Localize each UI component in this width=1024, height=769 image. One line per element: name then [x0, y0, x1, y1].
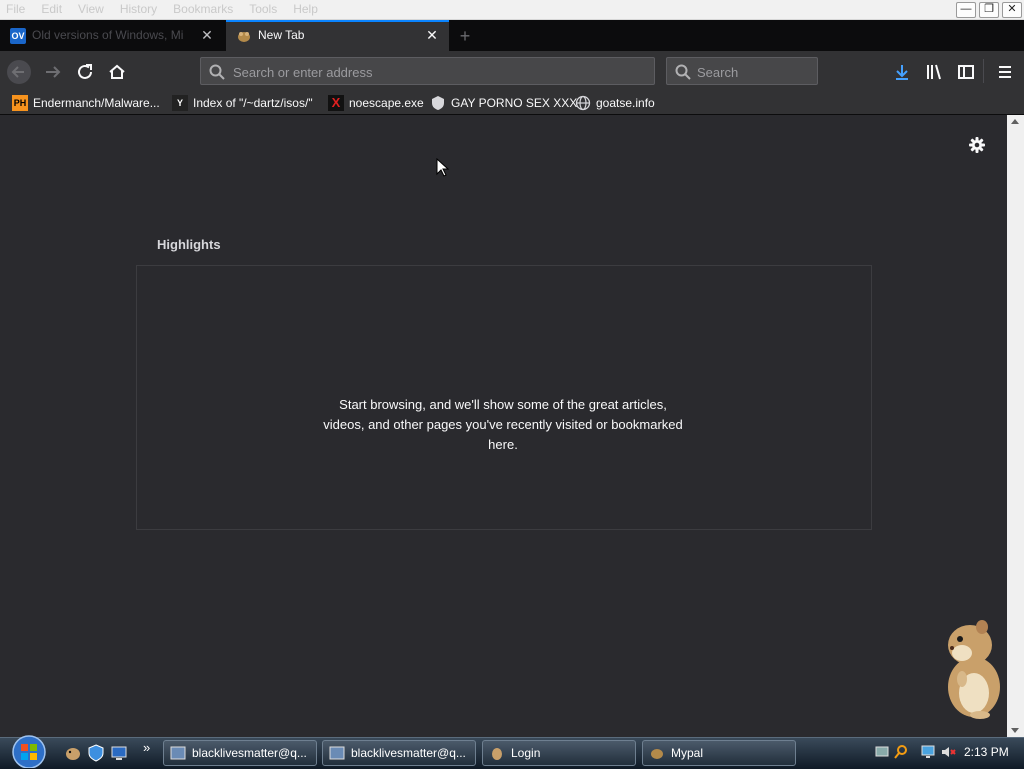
tab-new-tab[interactable]: New Tab ✕	[226, 20, 449, 51]
ph-favicon-icon: PH	[12, 94, 28, 111]
window-app-icon	[170, 746, 186, 760]
hamburger-menu-icon[interactable]	[992, 59, 1018, 85]
quicklaunch-desktop-icon[interactable]	[110, 744, 128, 762]
menu-view[interactable]: View	[78, 0, 104, 19]
bookmark-goatse[interactable]: goatse.info	[575, 94, 655, 111]
sidebar-icon[interactable]	[953, 59, 979, 85]
url-bar[interactable]: Search or enter address	[200, 57, 655, 85]
bookmark-label: GAY PORNO SEX XXX	[451, 95, 578, 110]
menu-edit[interactable]: Edit	[41, 0, 62, 19]
highlights-heading: Highlights	[157, 237, 221, 252]
menu-bar: File Edit View History Bookmarks Tools Help	[0, 0, 328, 19]
search-placeholder: Search	[697, 65, 739, 80]
start-button-icon[interactable]	[8, 734, 50, 768]
globe-icon	[575, 95, 591, 110]
url-placeholder: Search or enter address	[233, 65, 373, 80]
close-tab-icon[interactable]: ✕	[424, 27, 440, 43]
search-icon	[209, 64, 225, 80]
tab-old-versions[interactable]: OV Old versions of Windows, Mi ✕	[0, 20, 224, 51]
scroll-down-arrow-icon[interactable]	[1011, 728, 1019, 733]
menu-tools[interactable]: Tools	[249, 0, 277, 19]
bookmark-label: goatse.info	[596, 95, 655, 110]
mouse-cursor-icon	[436, 158, 450, 177]
quicklaunch-hamster-icon[interactable]	[64, 744, 82, 762]
y-favicon-icon: Y	[172, 94, 188, 111]
taskbar-item-label: Login	[511, 746, 541, 760]
bookmark-label: Index of "/~dartz/isos/"	[193, 95, 313, 110]
bookmark-endermanch[interactable]: PH Endermanch/Malware...	[12, 94, 160, 111]
gear-icon[interactable]	[966, 134, 988, 156]
tray-monitor-icon[interactable]	[920, 744, 936, 760]
page-scrollbar[interactable]	[1007, 115, 1024, 737]
taskbar-clock[interactable]: 2:13 PM	[964, 745, 1009, 759]
bookmark-noescape[interactable]: X noescape.exe	[328, 94, 424, 111]
hamster-favicon-icon	[238, 32, 250, 42]
close-tab-icon[interactable]: ✕	[199, 27, 215, 43]
mypal-app-icon	[651, 749, 663, 759]
scroll-up-arrow-icon[interactable]	[1011, 119, 1019, 124]
minimize-button[interactable]: —	[956, 2, 976, 18]
menu-bookmarks[interactable]: Bookmarks	[173, 0, 233, 19]
search-icon	[675, 64, 691, 80]
reload-icon[interactable]	[72, 59, 98, 85]
bookmark-index-dartz[interactable]: Y Index of "/~dartz/isos/"	[172, 94, 313, 111]
restore-button[interactable]: ❐	[979, 2, 999, 18]
menu-history[interactable]: History	[120, 0, 157, 19]
highlights-empty-message: Start browsing, and we'll show some of t…	[323, 397, 683, 452]
bookmark-gay-porno[interactable]: GAY PORNO SEX XXX	[430, 94, 577, 111]
close-window-button[interactable]: ✕	[1002, 2, 1022, 18]
x-favicon-icon: X	[328, 94, 344, 111]
shield-icon	[432, 95, 444, 110]
login-app-icon	[492, 748, 502, 760]
menu-file[interactable]: File	[6, 0, 25, 19]
ov-favicon-icon: OV	[10, 28, 26, 44]
downloads-icon[interactable]	[889, 59, 915, 85]
window-app-icon	[329, 746, 345, 760]
taskbar-item-label: Mypal	[671, 746, 704, 760]
search-bar[interactable]: Search	[666, 57, 818, 85]
new-tab-button[interactable]: +	[452, 23, 478, 49]
bookmarks-toolbar: PH Endermanch/Malware... Y Index of "/~d…	[0, 91, 1024, 115]
tray-network-icon[interactable]	[874, 744, 890, 760]
back-icon[interactable]	[6, 59, 32, 85]
taskbar-item-login[interactable]: Login	[482, 740, 636, 766]
home-icon[interactable]	[104, 59, 130, 85]
taskbar-item-blacklivesmatter-1[interactable]: blacklivesmatter@q...	[163, 740, 317, 766]
toolbar-separator	[983, 59, 984, 83]
taskbar-item-label: blacklivesmatter@q...	[192, 746, 307, 760]
tray-search-icon[interactable]	[893, 744, 909, 760]
library-icon[interactable]	[921, 59, 947, 85]
quicklaunch-more-button[interactable]: »	[143, 740, 150, 755]
quicklaunch-shield-icon[interactable]	[87, 744, 105, 762]
forward-icon[interactable]	[40, 59, 66, 85]
taskbar-item-label: blacklivesmatter@q...	[351, 746, 466, 760]
hamster-desktop-pet[interactable]	[940, 615, 1006, 721]
tab-strip: OV Old versions of Windows, Mi ✕ New Tab…	[0, 20, 1024, 51]
bookmark-label: Endermanch/Malware...	[33, 95, 160, 110]
taskbar-item-blacklivesmatter-2[interactable]: blacklivesmatter@q...	[322, 740, 476, 766]
bookmark-label: noescape.exe	[349, 95, 424, 110]
tray-volume-muted-icon[interactable]	[940, 744, 956, 760]
menu-help[interactable]: Help	[293, 0, 318, 19]
window-menubar: File Edit View History Bookmarks Tools Help — …	[0, 0, 1024, 20]
tab-title: New Tab	[258, 28, 305, 42]
tab-title: Old versions of Windows, Mi	[32, 28, 184, 42]
taskbar-item-mypal[interactable]: Mypal	[642, 740, 796, 766]
